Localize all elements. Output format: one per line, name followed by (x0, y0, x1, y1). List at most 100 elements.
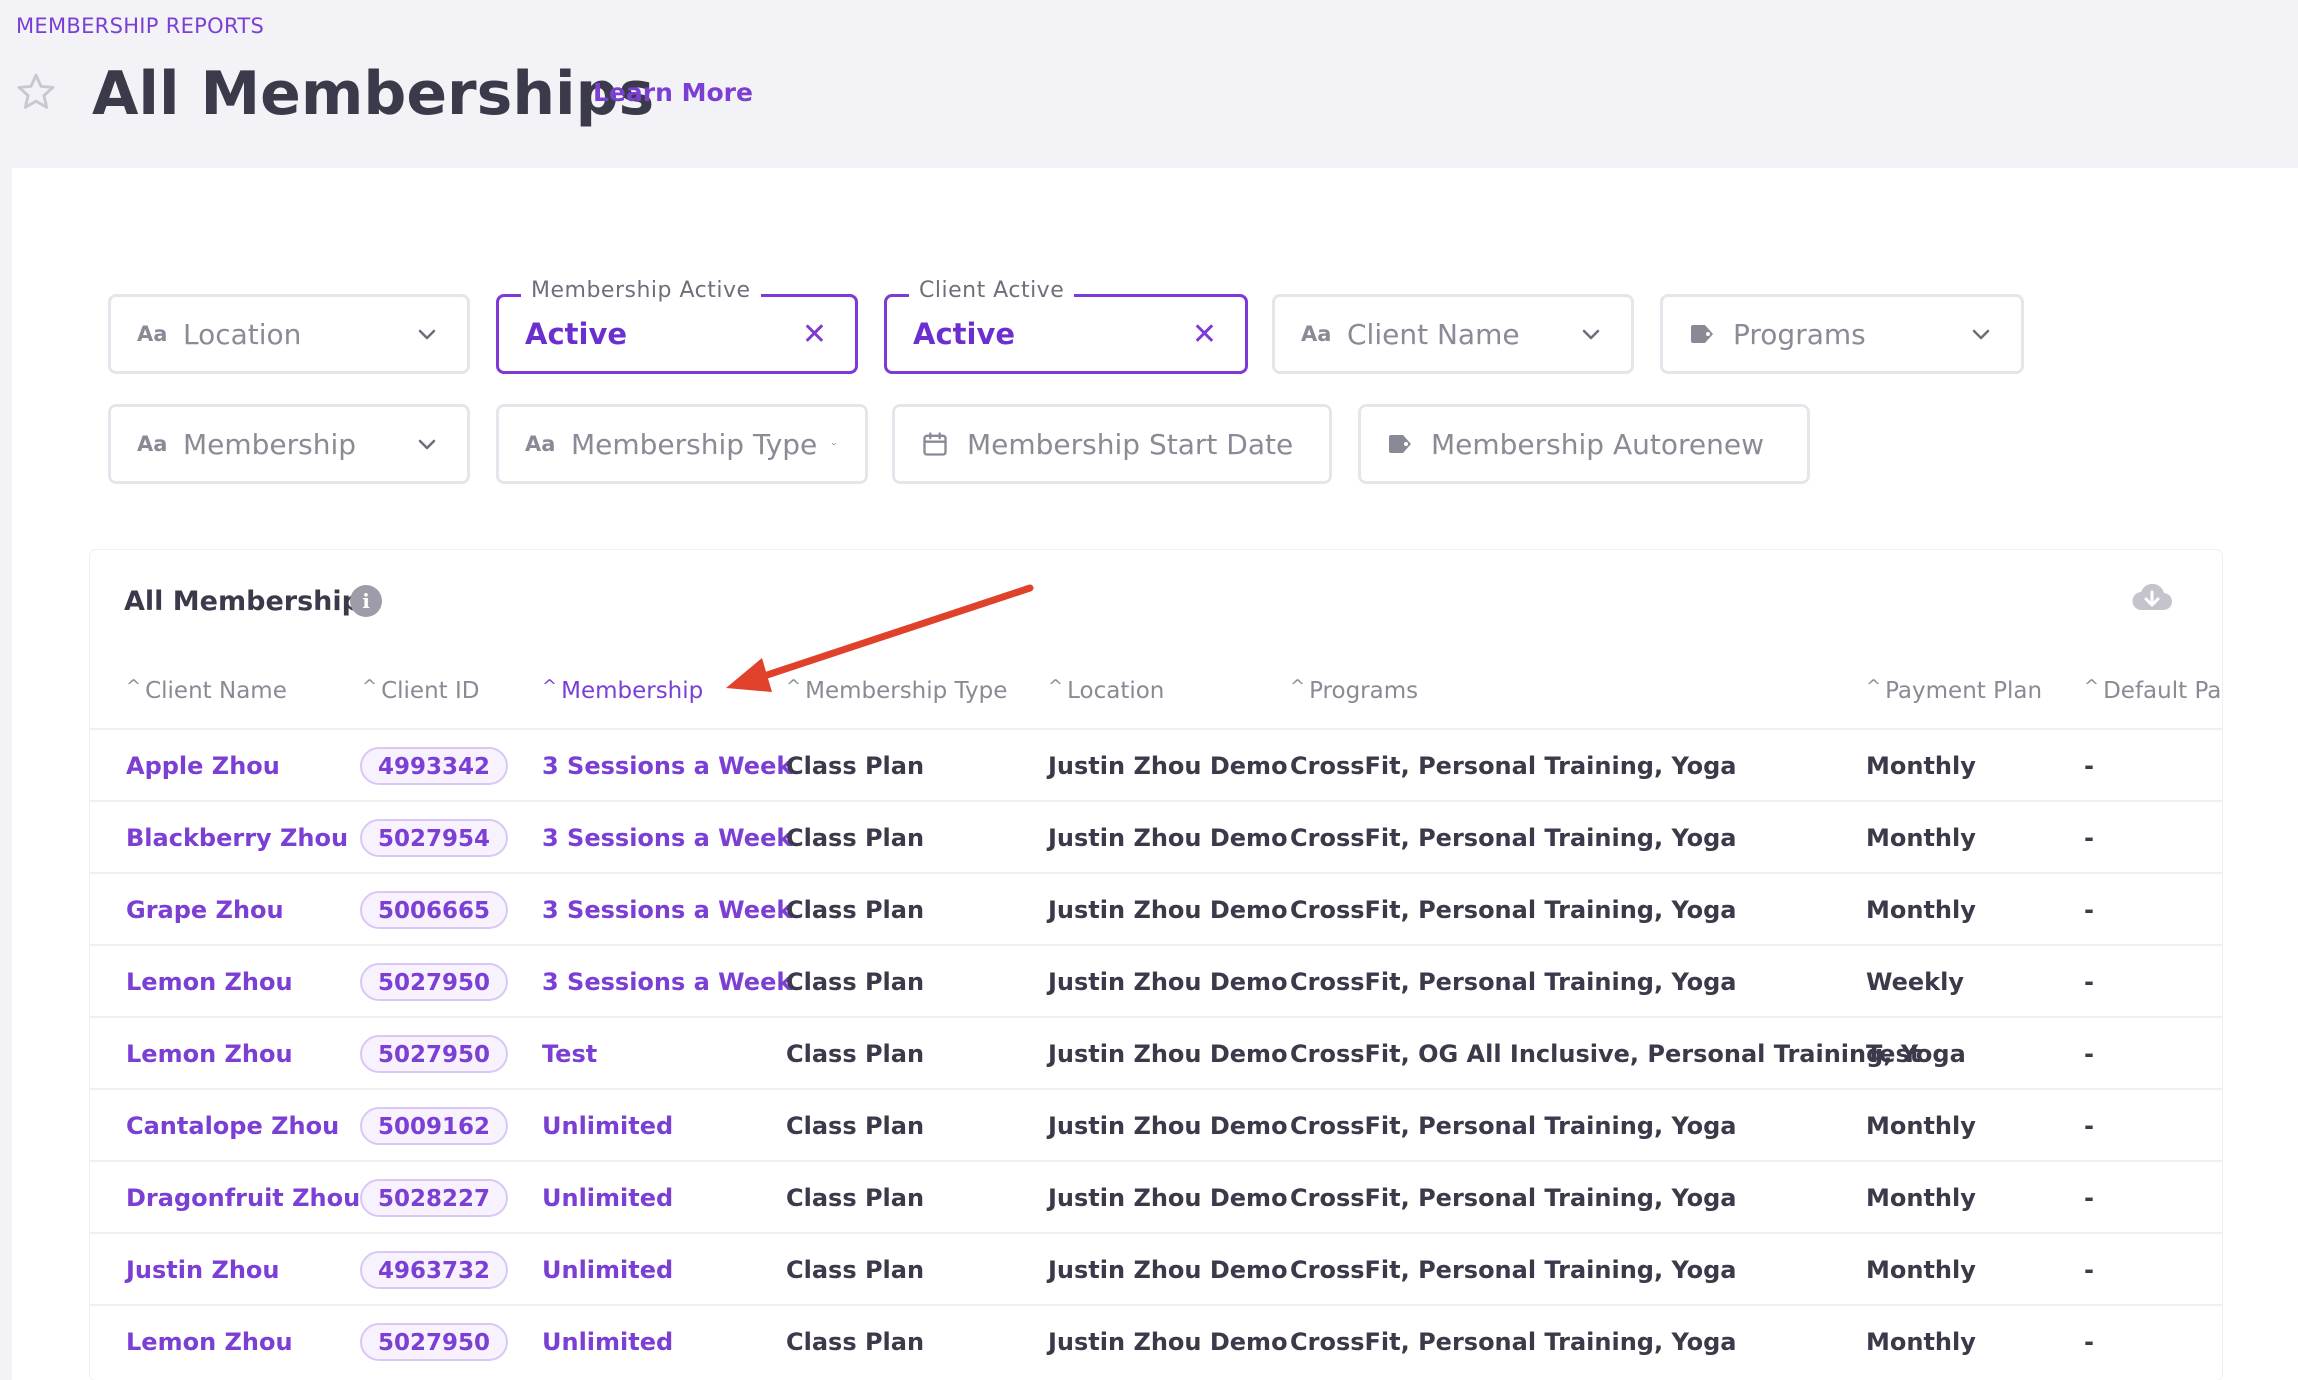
page-title: All Memberships (92, 59, 655, 129)
table-row: Lemon Zhou 5027950 Unlimited Class Plan Just… (90, 1304, 2222, 1376)
cell-default-pa: - (2084, 1328, 2094, 1356)
card-title: All Memberships (124, 586, 378, 617)
cell-programs: CrossFit, OG All Inclusive, Personal Tra… (1290, 1040, 1966, 1068)
cell-membership[interactable]: 3 Sessions a Week (542, 946, 792, 1018)
column-header-membership[interactable]: ^ Membership (542, 676, 703, 704)
table-body: Apple Zhou 4993342 3 Sessions a Week Class … (90, 728, 2222, 1376)
cell-membership[interactable]: 3 Sessions a Week (542, 730, 792, 802)
filter-label: Location (183, 317, 302, 351)
location-filter[interactable]: Aa Location (108, 294, 470, 374)
cell-membership[interactable]: Unlimited (542, 1234, 673, 1306)
tag-icon (1387, 433, 1413, 455)
membership-active-filter[interactable]: Membership Active Active ✕ (496, 278, 858, 374)
cell-client-name[interactable]: Blackberry Zhou (126, 802, 348, 874)
cell-membership[interactable]: Test (542, 1018, 597, 1090)
cell-client-id: 5009162 (360, 1090, 509, 1162)
cell-membership[interactable]: 3 Sessions a Week (542, 802, 792, 874)
membership-filter[interactable]: Aa Membership (108, 404, 470, 484)
column-header-default-pa[interactable]: ^ Default Pa (2084, 676, 2221, 704)
cell-client-name[interactable]: Lemon Zhou (126, 1018, 293, 1090)
chevron-down-icon (1972, 329, 1990, 340)
table-row: Justin Zhou 4963732 Unlimited Class Plan Jus… (90, 1232, 2222, 1304)
client-name-filter[interactable]: Aa Client Name (1272, 294, 1634, 374)
filter-label: Membership Autorenew (1431, 427, 1764, 461)
cell-membership[interactable]: Unlimited (542, 1162, 673, 1234)
filter-label: Membership Type (571, 427, 818, 461)
chevron-down-icon (832, 442, 837, 446)
programs-filter[interactable]: Programs (1660, 294, 2024, 374)
cell-client-id: 5027950 (360, 1306, 509, 1378)
cell-client-id: 5006665 (360, 874, 509, 946)
star-icon[interactable] (14, 70, 58, 114)
cell-client-id: 5028227 (360, 1162, 509, 1234)
client-id-badge[interactable]: 5027954 (360, 819, 509, 857)
cell-payment-plan: Monthly (1866, 896, 1976, 924)
cell-membership-type: Class Plan (786, 1328, 925, 1356)
cell-payment-plan: Monthly (1866, 824, 1976, 852)
cell-location: Justin Zhou Demo (1048, 752, 1288, 780)
membership-autorenew-filter[interactable]: Membership Autorenew (1358, 404, 1810, 484)
column-header-programs[interactable]: ^ Programs (1290, 676, 1418, 704)
cell-client-name[interactable]: Apple Zhou (126, 730, 280, 802)
cell-default-pa: - (2084, 1112, 2094, 1140)
cell-client-name[interactable]: Lemon Zhou (126, 946, 293, 1018)
cell-default-pa: - (2084, 1256, 2094, 1284)
cell-membership-type: Class Plan (786, 1184, 925, 1212)
cloud-download-icon[interactable] (2130, 580, 2174, 616)
cell-default-pa: - (2084, 968, 2094, 996)
cell-client-id: 5027950 (360, 946, 509, 1018)
table-row: Lemon Zhou 5027950 Test Class Plan Justin Zh… (90, 1016, 2222, 1088)
cell-client-name[interactable]: Cantalope Zhou (126, 1090, 339, 1162)
cell-location: Justin Zhou Demo (1048, 1256, 1288, 1284)
filter-label: Membership (183, 427, 357, 461)
table-row: Cantalope Zhou 5009162 Unlimited Class Plan… (90, 1088, 2222, 1160)
table-row: Apple Zhou 4993342 3 Sessions a Week Class … (90, 728, 2222, 800)
client-id-badge[interactable]: 5027950 (360, 1035, 509, 1073)
cell-client-name[interactable]: Dragonfruit Zhou (126, 1162, 360, 1234)
client-id-badge[interactable]: 4963732 (360, 1251, 509, 1289)
client-id-badge[interactable]: 5009162 (360, 1107, 509, 1145)
cell-membership[interactable]: Unlimited (542, 1306, 673, 1378)
filter-value: Active (525, 317, 628, 351)
client-active-filter[interactable]: Client Active Active ✕ (884, 278, 1248, 374)
close-icon[interactable]: ✕ (1192, 317, 1217, 352)
calendar-icon (921, 430, 949, 458)
table-row: Dragonfruit Zhou 5028227 Unlimited Class Pl… (90, 1160, 2222, 1232)
membership-start-date-filter[interactable]: Membership Start Date (892, 404, 1332, 484)
cell-membership[interactable]: 3 Sessions a Week (542, 874, 792, 946)
cell-payment-plan: Monthly (1866, 752, 1976, 780)
cell-default-pa: - (2084, 896, 2094, 924)
filter-value: Active (913, 317, 1016, 351)
cell-client-name[interactable]: Lemon Zhou (126, 1306, 293, 1378)
column-header-location[interactable]: ^ Location (1048, 676, 1164, 704)
close-icon[interactable]: ✕ (802, 317, 827, 352)
column-header-client-name[interactable]: ^ Client Name (126, 676, 287, 704)
cell-membership-type: Class Plan (786, 824, 925, 852)
cell-location: Justin Zhou Demo (1048, 824, 1288, 852)
cell-membership[interactable]: Unlimited (542, 1090, 673, 1162)
client-id-badge[interactable]: 5027950 (360, 1323, 509, 1361)
cell-default-pa: - (2084, 1040, 2094, 1068)
breadcrumb[interactable]: MEMBERSHIP REPORTS (16, 14, 264, 38)
chevron-down-icon (418, 439, 436, 450)
column-header-payment-plan[interactable]: ^ Payment Plan (1866, 676, 2042, 704)
text-type-icon: Aa (1301, 322, 1332, 346)
column-header-client-id[interactable]: ^ Client ID (362, 676, 479, 704)
client-id-badge[interactable]: 5027950 (360, 963, 509, 1001)
cell-client-name[interactable]: Grape Zhou (126, 874, 284, 946)
column-header-membership-type[interactable]: ^ Membership Type (786, 676, 1007, 704)
filter-label: Programs (1733, 317, 1866, 351)
cell-programs: CrossFit, Personal Training, Yoga (1290, 1328, 1737, 1356)
learn-more-link[interactable]: Learn More (593, 78, 753, 107)
cell-client-name[interactable]: Justin Zhou (126, 1234, 280, 1306)
client-id-badge[interactable]: 5028227 (360, 1179, 509, 1217)
text-type-icon: Aa (137, 432, 168, 456)
table-row: Grape Zhou 5006665 3 Sessions a Week Class … (90, 872, 2222, 944)
cell-client-id: 5027950 (360, 1018, 509, 1090)
client-id-badge[interactable]: 5006665 (360, 891, 509, 929)
info-icon[interactable]: i (350, 585, 382, 617)
cell-client-id: 4963732 (360, 1234, 509, 1306)
cell-payment-plan: Monthly (1866, 1256, 1976, 1284)
membership-type-filter[interactable]: Aa Membership Type (496, 404, 868, 484)
client-id-badge[interactable]: 4993342 (360, 747, 509, 785)
